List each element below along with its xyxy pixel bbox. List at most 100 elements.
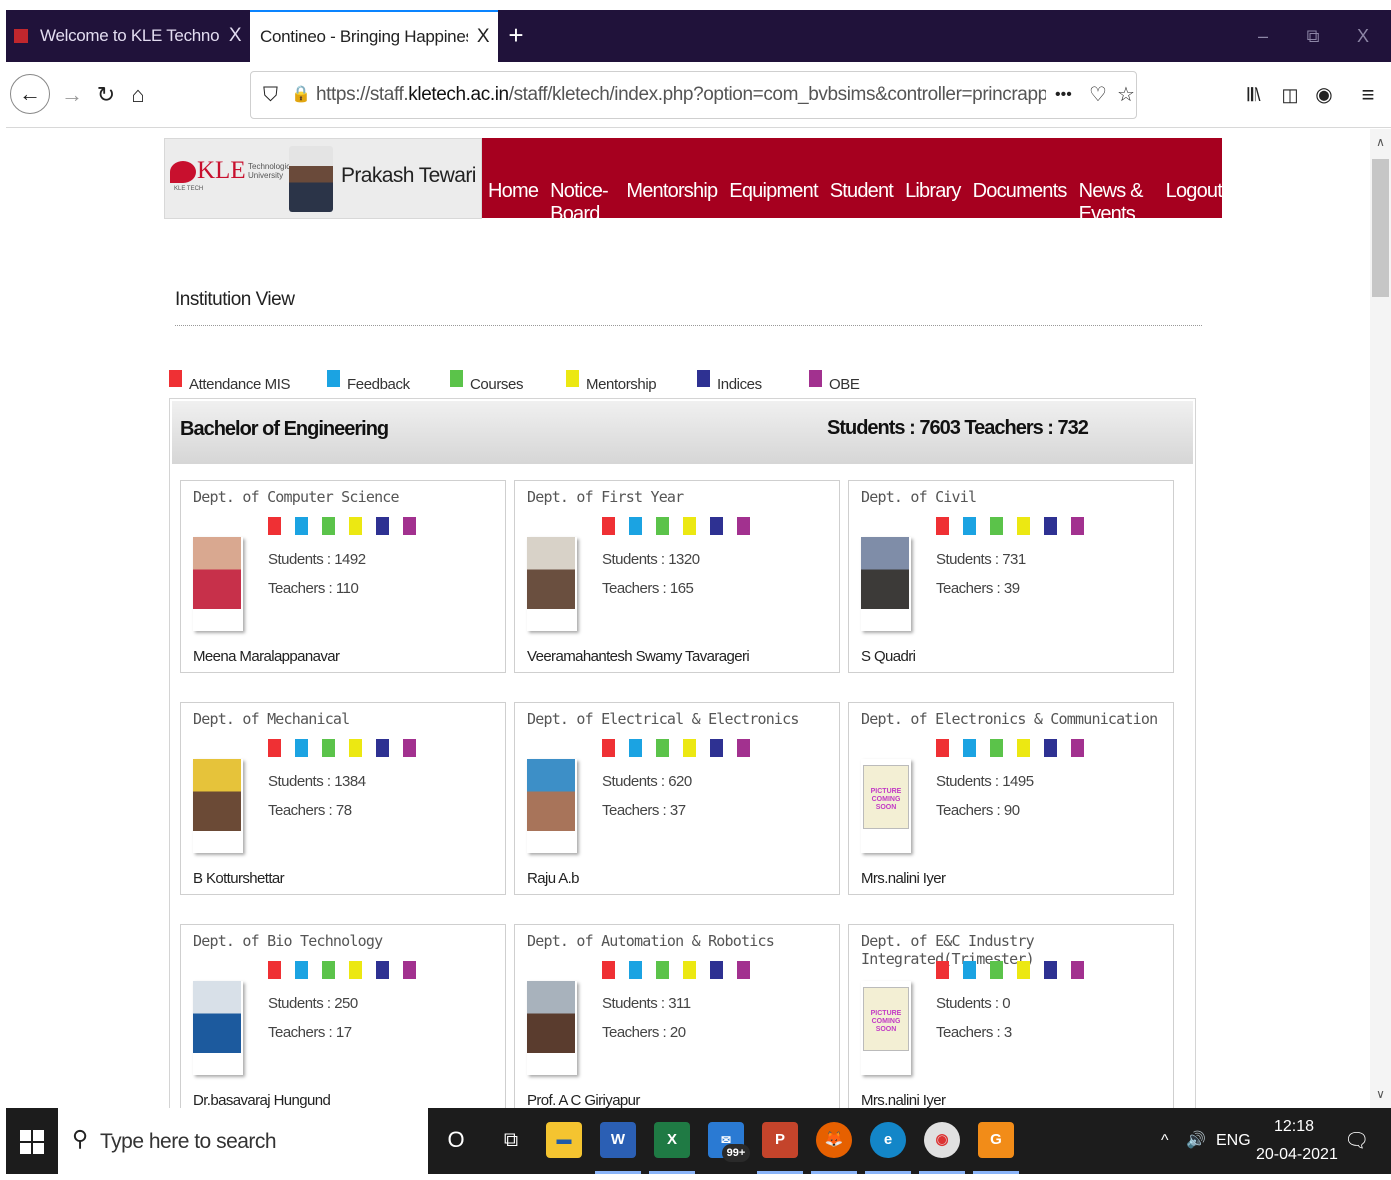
kle-logo[interactable]: KLE Technological University KLE TECH: [170, 157, 296, 201]
tray-expand-icon[interactable]: ^: [1161, 1132, 1169, 1150]
reload-icon[interactable]: ↻: [88, 77, 124, 113]
clock-date[interactable]: 20-04-2021: [1256, 1146, 1338, 1164]
home-icon[interactable]: ⌂: [120, 77, 156, 113]
indicator-attendance-mis[interactable]: [936, 961, 949, 979]
indicator-indices[interactable]: [376, 739, 389, 757]
library-icon[interactable]: 𝄃𝄃\: [1236, 77, 1272, 113]
indicator-mentorship[interactable]: [683, 517, 696, 535]
indicator-feedback[interactable]: [295, 517, 308, 535]
indicator-attendance-mis[interactable]: [268, 517, 281, 535]
department-name[interactable]: Dept. of Mechanical: [193, 710, 350, 728]
indicator-attendance-mis[interactable]: [602, 517, 615, 535]
language-indicator[interactable]: ENG: [1216, 1132, 1251, 1150]
excel-icon[interactable]: X: [654, 1122, 690, 1158]
nav-news-events[interactable]: News & Events: [1079, 180, 1154, 226]
file-explorer-icon[interactable]: ▬: [546, 1122, 582, 1158]
indicator-mentorship[interactable]: [349, 517, 362, 535]
scrollbar-thumb[interactable]: [1372, 159, 1389, 297]
department-card[interactable]: Dept. of Computer Science Students : 1492…: [180, 480, 506, 673]
indicator-courses[interactable]: [656, 739, 669, 757]
pocket-icon[interactable]: ♡: [1089, 72, 1107, 118]
url-bar[interactable]: ⛉ 🔒 https://staff.kletech.ac.in/staff/kl…: [250, 71, 1137, 119]
department-card[interactable]: Dept. of Electrical & Electronics Student…: [514, 702, 840, 895]
indicator-obe[interactable]: [737, 517, 750, 535]
nav-documents[interactable]: Documents: [973, 180, 1068, 226]
vertical-scrollbar[interactable]: ∧ ∨: [1370, 129, 1391, 1108]
nav-mentorship[interactable]: Mentorship: [626, 180, 718, 226]
nav-library[interactable]: Library: [905, 180, 961, 226]
edge-icon[interactable]: e: [870, 1122, 906, 1158]
indicator-obe[interactable]: [737, 961, 750, 979]
tab-close-icon[interactable]: X: [220, 25, 250, 47]
indicator-courses[interactable]: [990, 961, 1003, 979]
indicator-feedback[interactable]: [295, 961, 308, 979]
pdf-app-icon[interactable]: G: [978, 1122, 1014, 1158]
chrome-icon[interactable]: ◉: [924, 1122, 960, 1158]
lock-icon[interactable]: 🔒: [291, 72, 311, 118]
indicator-feedback[interactable]: [963, 517, 976, 535]
department-name[interactable]: Dept. of Automation & Robotics: [527, 932, 775, 950]
shield-icon[interactable]: ⛉: [263, 72, 278, 118]
department-name[interactable]: Dept. of Bio Technology: [193, 932, 383, 950]
close-window-button[interactable]: X: [1338, 10, 1388, 62]
notifications-icon[interactable]: 🗨: [1344, 1128, 1369, 1153]
department-card[interactable]: Dept. of Mechanical Students : 1384 Teache…: [180, 702, 506, 895]
indicator-obe[interactable]: [737, 739, 750, 757]
indicator-mentorship[interactable]: [683, 739, 696, 757]
cortana-icon[interactable]: O: [438, 1122, 474, 1158]
indicator-feedback[interactable]: [629, 739, 642, 757]
firefox-icon[interactable]: 🦊: [816, 1122, 852, 1158]
indicator-indices[interactable]: [1044, 739, 1057, 757]
indicator-courses[interactable]: [656, 517, 669, 535]
volume-icon[interactable]: 🔊: [1186, 1130, 1206, 1150]
nav-equipment[interactable]: Equipment: [729, 180, 818, 226]
department-card[interactable]: Dept. of E&C Industry Integrated(Trimest…: [848, 924, 1174, 1108]
powerpoint-icon[interactable]: P: [762, 1122, 798, 1158]
indicator-attendance-mis[interactable]: [268, 961, 281, 979]
department-name[interactable]: Dept. of Computer Science: [193, 488, 400, 506]
indicator-indices[interactable]: [710, 739, 723, 757]
indicator-courses[interactable]: [322, 739, 335, 757]
menu-icon[interactable]: ≡: [1350, 77, 1386, 113]
indicator-attendance-mis[interactable]: [936, 517, 949, 535]
back-arrow-icon[interactable]: ←: [10, 74, 50, 114]
indicator-mentorship[interactable]: [1017, 517, 1030, 535]
nav-logout[interactable]: Logout: [1166, 180, 1223, 226]
tab-close-icon[interactable]: X: [468, 26, 498, 48]
indicator-obe[interactable]: [403, 517, 416, 535]
indicator-indices[interactable]: [1044, 961, 1057, 979]
department-card[interactable]: Dept. of Electronics & Communication PICT…: [848, 702, 1174, 895]
indicator-feedback[interactable]: [295, 739, 308, 757]
tab-kle-welcome[interactable]: Welcome to KLE Technological X: [6, 10, 250, 62]
indicator-obe[interactable]: [1071, 961, 1084, 979]
indicator-mentorship[interactable]: [1017, 961, 1030, 979]
bookmark-star-icon[interactable]: ☆: [1117, 72, 1135, 118]
url-text[interactable]: https://staff.kletech.ac.in/staff/kletec…: [316, 72, 1046, 118]
department-name[interactable]: Dept. of Electrical & Electronics: [527, 710, 799, 728]
task-view-icon[interactable]: ⧉: [493, 1122, 529, 1158]
sidebar-icon[interactable]: ◫: [1272, 77, 1308, 113]
indicator-feedback[interactable]: [629, 961, 642, 979]
indicator-indices[interactable]: [710, 961, 723, 979]
scroll-down-icon[interactable]: ∨: [1370, 1087, 1391, 1101]
indicator-attendance-mis[interactable]: [602, 739, 615, 757]
page-actions-icon[interactable]: •••: [1055, 72, 1072, 118]
indicator-indices[interactable]: [376, 961, 389, 979]
department-card[interactable]: Dept. of Civil Students : 731 Teachers : 3…: [848, 480, 1174, 673]
word-icon[interactable]: W: [600, 1122, 636, 1158]
indicator-mentorship[interactable]: [1017, 739, 1030, 757]
indicator-indices[interactable]: [1044, 517, 1057, 535]
scroll-up-icon[interactable]: ∧: [1370, 135, 1391, 149]
indicator-indices[interactable]: [710, 517, 723, 535]
indicator-mentorship[interactable]: [349, 739, 362, 757]
department-card[interactable]: Dept. of First Year Students : 1320 Teache…: [514, 480, 840, 673]
nav-student[interactable]: Student: [830, 180, 894, 226]
indicator-obe[interactable]: [403, 961, 416, 979]
indicator-courses[interactable]: [322, 961, 335, 979]
indicator-obe[interactable]: [1071, 739, 1084, 757]
minimize-button[interactable]: –: [1238, 10, 1288, 62]
nav-notice-board[interactable]: Notice-Board: [550, 180, 614, 226]
indicator-obe[interactable]: [1071, 517, 1084, 535]
department-card[interactable]: Dept. of Bio Technology Students : 250 Tea…: [180, 924, 506, 1108]
indicator-courses[interactable]: [990, 517, 1003, 535]
